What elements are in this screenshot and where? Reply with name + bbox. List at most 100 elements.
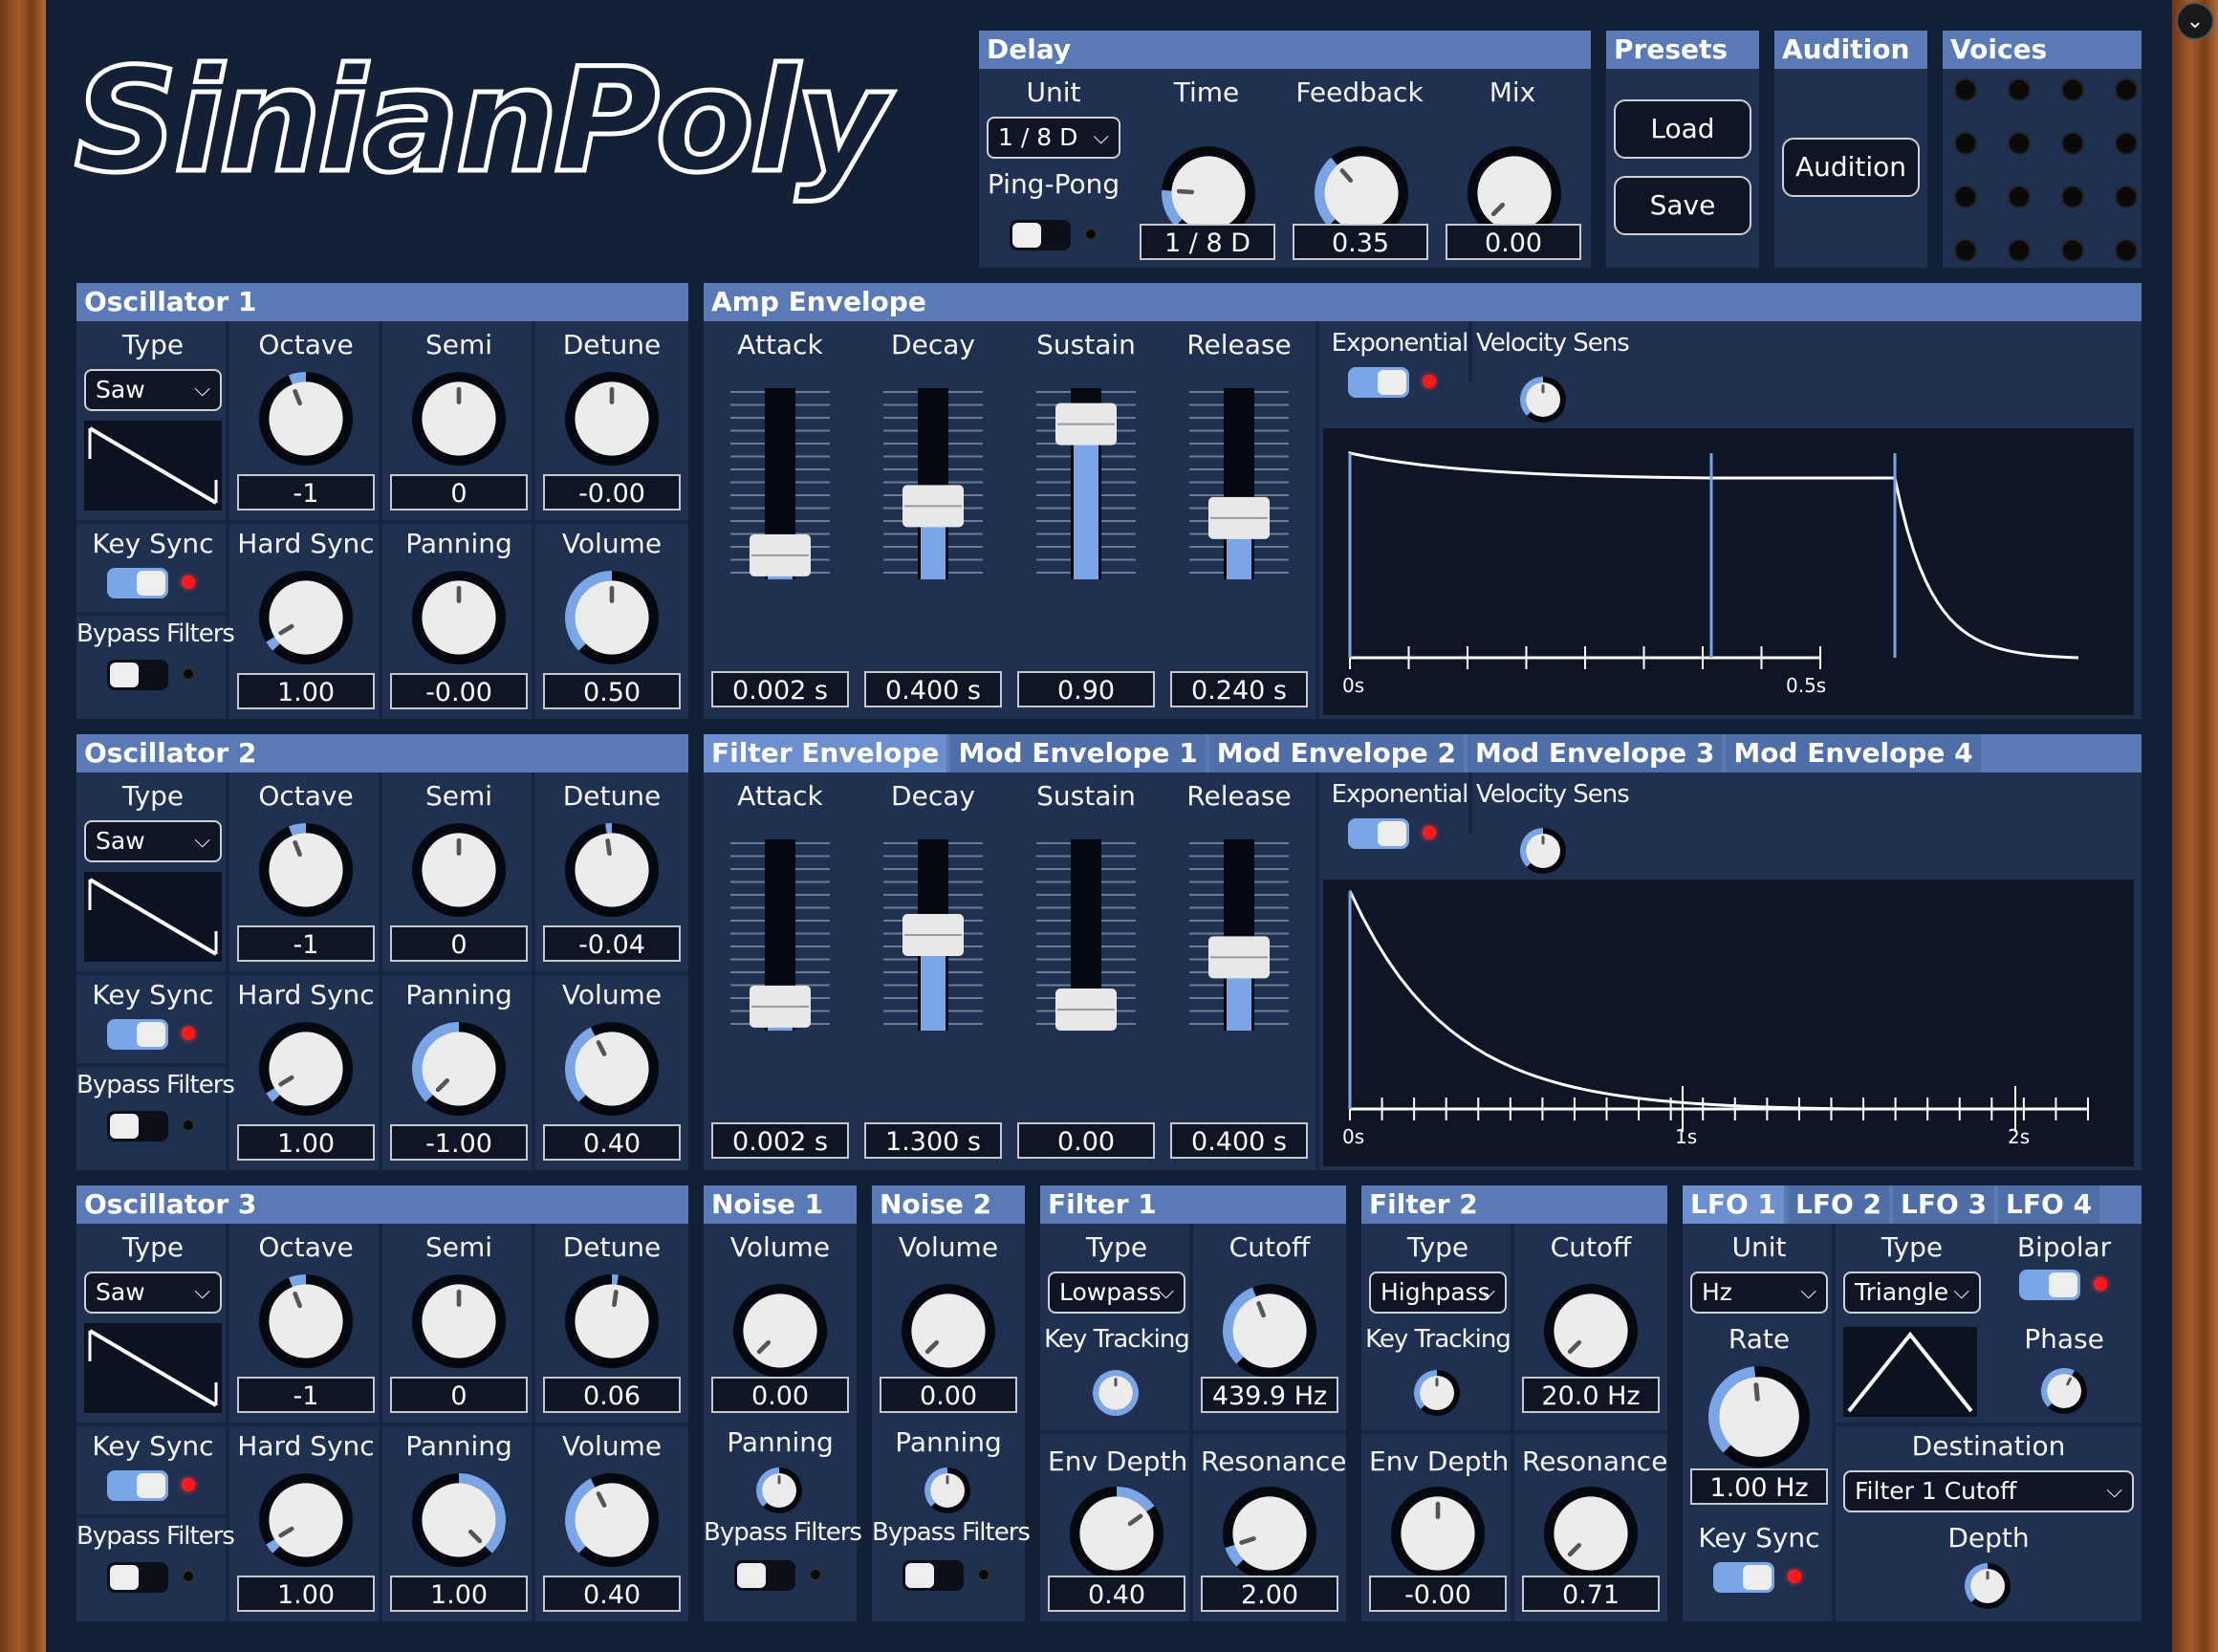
osc3-type-select[interactable]: Saw ⌵ xyxy=(84,1272,222,1314)
lfo-depth-knob[interactable] xyxy=(1962,1560,2013,1616)
lfo-keysync-toggle[interactable] xyxy=(1713,1562,1774,1593)
osc1-semi-value[interactable]: 0 xyxy=(390,474,528,511)
osc3-hardsync-knob[interactable] xyxy=(256,1470,356,1574)
load-button[interactable]: Load xyxy=(1614,99,1751,159)
osc3-octave-value[interactable]: -1 xyxy=(237,1377,375,1413)
tab-filter-envelope[interactable]: Filter Envelope xyxy=(704,734,947,772)
osc2-hardsync-value[interactable]: 1.00 xyxy=(237,1124,375,1161)
noise1-volume-value[interactable]: 0.00 xyxy=(711,1377,849,1413)
osc1-hardsync-knob[interactable] xyxy=(256,568,356,671)
noise1-panning-knob[interactable] xyxy=(753,1465,805,1520)
lfo-rate-knob[interactable] xyxy=(1706,1363,1813,1474)
fenv-velocity-knob[interactable] xyxy=(1517,825,1569,880)
lfo-phase-knob[interactable] xyxy=(2038,1365,2090,1421)
lfo-destination-select[interactable]: Filter 1 Cutoff ⌵ xyxy=(1843,1470,2134,1512)
osc1-volume-value[interactable]: 0.50 xyxy=(543,673,681,709)
osc1-type-select[interactable]: Saw ⌵ xyxy=(84,369,222,411)
osc1-hardsync-value[interactable]: 1.00 xyxy=(237,673,375,709)
filter1-type-select[interactable]: Lowpass ⌵ xyxy=(1048,1272,1185,1314)
amp-release-slider[interactable] xyxy=(1189,388,1289,579)
amp-attack-value[interactable]: 0.002 s xyxy=(711,671,849,707)
delay-mix-value[interactable]: 0.00 xyxy=(1446,224,1581,260)
filter2-keytracking-knob[interactable] xyxy=(1411,1367,1463,1423)
fenv-release-value[interactable]: 0.400 s xyxy=(1170,1122,1308,1159)
noise2-bypass-toggle[interactable] xyxy=(902,1560,964,1591)
filter2-envdepth-knob[interactable] xyxy=(1388,1484,1488,1587)
fenv-sustain-slider[interactable] xyxy=(1036,839,1136,1031)
osc2-octave-value[interactable]: -1 xyxy=(237,925,375,962)
filter2-resonance-value[interactable]: 0.71 xyxy=(1522,1576,1660,1612)
filter1-resonance-knob[interactable] xyxy=(1220,1484,1319,1587)
amp-attack-slider[interactable] xyxy=(730,388,830,579)
tab-lfo-1[interactable]: LFO 1 xyxy=(1683,1185,1785,1224)
fenv-sustain-value[interactable]: 0.00 xyxy=(1017,1122,1155,1159)
delay-feedback-value[interactable]: 0.35 xyxy=(1293,224,1428,260)
osc2-detune-knob[interactable] xyxy=(562,820,662,924)
osc1-semi-knob[interactable] xyxy=(409,369,509,472)
amp-decay-value[interactable]: 0.400 s xyxy=(864,671,1002,707)
osc1-detune-value[interactable]: -0.00 xyxy=(543,474,681,511)
delay-unit-select[interactable]: 1 / 8 D ⌵ xyxy=(987,117,1120,159)
amp-sustain-slider[interactable] xyxy=(1036,388,1136,579)
tab-mod-envelope-1[interactable]: Mod Envelope 1 xyxy=(950,734,1206,772)
tab-lfo-3[interactable]: LFO 3 xyxy=(1893,1185,1995,1224)
noise2-panning-knob[interactable] xyxy=(922,1465,973,1520)
filter1-envdepth-knob[interactable] xyxy=(1067,1484,1166,1587)
filter1-cutoff-knob[interactable] xyxy=(1220,1281,1319,1384)
fenv-release-slider[interactable] xyxy=(1189,839,1289,1031)
amp-release-value[interactable]: 0.240 s xyxy=(1170,671,1308,707)
amp-decay-slider[interactable] xyxy=(883,388,983,579)
filter2-resonance-knob[interactable] xyxy=(1541,1484,1641,1587)
osc1-volume-knob[interactable] xyxy=(562,568,662,671)
amp-exponential-toggle[interactable] xyxy=(1348,367,1409,398)
osc3-volume-value[interactable]: 0.40 xyxy=(543,1576,681,1612)
fenv-attack-value[interactable]: 0.002 s xyxy=(711,1122,849,1159)
noise1-bypass-toggle[interactable] xyxy=(734,1560,795,1591)
osc3-detune-knob[interactable] xyxy=(562,1272,662,1375)
lfo-unit-select[interactable]: Hz ⌵ xyxy=(1690,1272,1828,1314)
filter2-envdepth-value[interactable]: -0.00 xyxy=(1369,1576,1507,1612)
tab-lfo-2[interactable]: LFO 2 xyxy=(1788,1185,1890,1224)
osc2-semi-knob[interactable] xyxy=(409,820,509,924)
osc3-octave-knob[interactable] xyxy=(256,1272,356,1375)
osc1-panning-knob[interactable] xyxy=(409,568,509,671)
osc3-volume-knob[interactable] xyxy=(562,1470,662,1574)
osc3-keysync-toggle[interactable] xyxy=(107,1470,168,1501)
filter1-keytracking-knob[interactable] xyxy=(1090,1367,1142,1423)
filter2-cutoff-knob[interactable] xyxy=(1541,1281,1641,1384)
osc1-keysync-toggle[interactable] xyxy=(107,568,168,598)
osc3-detune-value[interactable]: 0.06 xyxy=(543,1377,681,1413)
lfo-bipolar-toggle[interactable] xyxy=(2019,1270,2080,1300)
osc2-volume-value[interactable]: 0.40 xyxy=(543,1124,681,1161)
lfo-type-select[interactable]: Triangle ⌵ xyxy=(1843,1272,1981,1314)
amp-velocity-knob[interactable] xyxy=(1517,374,1569,429)
fenv-decay-slider[interactable] xyxy=(883,839,983,1031)
noise2-volume-value[interactable]: 0.00 xyxy=(880,1377,1017,1413)
filter1-cutoff-value[interactable]: 439.9 Hz xyxy=(1201,1377,1338,1413)
fenv-exponential-toggle[interactable] xyxy=(1348,818,1409,849)
osc1-octave-knob[interactable] xyxy=(256,369,356,472)
osc1-bypass-toggle[interactable] xyxy=(107,660,168,690)
osc2-keysync-toggle[interactable] xyxy=(107,1019,168,1050)
tab-mod-envelope-3[interactable]: Mod Envelope 3 xyxy=(1468,734,1723,772)
osc2-panning-value[interactable]: -1.00 xyxy=(390,1124,528,1161)
filter2-type-select[interactable]: Highpass ⌵ xyxy=(1369,1272,1507,1314)
tab-lfo-4[interactable]: LFO 4 xyxy=(1998,1185,2100,1224)
audition-button[interactable]: Audition xyxy=(1782,138,1920,197)
osc2-octave-knob[interactable] xyxy=(256,820,356,924)
save-button[interactable]: Save xyxy=(1614,176,1751,235)
osc3-panning-value[interactable]: 1.00 xyxy=(390,1576,528,1612)
osc2-volume-knob[interactable] xyxy=(562,1019,662,1122)
osc1-octave-value[interactable]: -1 xyxy=(237,474,375,511)
osc3-bypass-toggle[interactable] xyxy=(107,1562,168,1593)
tab-mod-envelope-4[interactable]: Mod Envelope 4 xyxy=(1726,734,1981,772)
osc2-hardsync-knob[interactable] xyxy=(256,1019,356,1122)
lfo-rate-value[interactable]: 1.00 Hz xyxy=(1690,1468,1828,1505)
filter1-resonance-value[interactable]: 2.00 xyxy=(1201,1576,1338,1612)
osc3-panning-knob[interactable] xyxy=(409,1470,509,1574)
osc3-hardsync-value[interactable]: 1.00 xyxy=(237,1576,375,1612)
fenv-decay-value[interactable]: 1.300 s xyxy=(864,1122,1002,1159)
noise1-volume-knob[interactable] xyxy=(730,1281,830,1384)
filter2-cutoff-value[interactable]: 20.0 Hz xyxy=(1522,1377,1660,1413)
delay-time-value[interactable]: 1 / 8 D xyxy=(1140,224,1275,260)
